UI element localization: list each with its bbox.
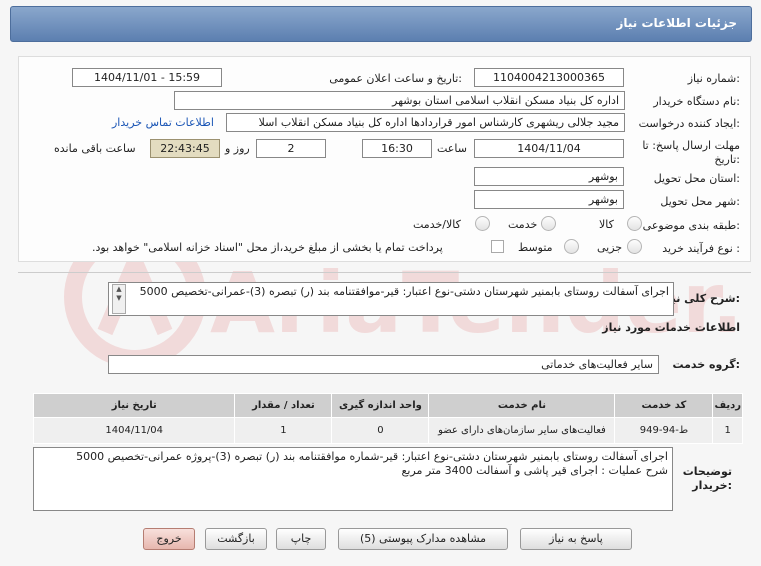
service-group-label: گروه خدمت:	[672, 358, 740, 371]
need-number-label: شماره نیاز:	[687, 72, 740, 85]
process-minor-radio[interactable]	[627, 239, 642, 254]
summary-text: اجرای آسفالت روستای بابمنیر شهرستان دشتی…	[139, 285, 669, 298]
column-header-unit: واحد اندازه گیری	[331, 393, 430, 418]
cell-need-date: 1404/11/04	[32, 417, 236, 444]
days-remaining-field: 2	[256, 139, 326, 158]
cell-service-code: ط-94-949	[614, 417, 714, 444]
summary-scroll-arrows[interactable]: ▲ ▼	[112, 284, 126, 314]
buyer-org-field: اداره کل بنیاد مسکن انقلاب اسلامی استان …	[174, 91, 625, 110]
cell-quantity: 1	[234, 417, 333, 444]
column-header-quantity: تعداد / مقدار	[234, 393, 333, 418]
delivery-city-field: بوشهر	[474, 190, 624, 209]
process-medium-radio[interactable]	[564, 239, 579, 254]
requester-label: ایجاد کننده درخواست:	[638, 117, 740, 130]
category-goods-service-radio[interactable]	[475, 216, 490, 231]
buyer-notes-line-2: شرح عملیات : اجرای قیر پاشی و آسفالت 340…	[401, 464, 668, 477]
cell-service-name: فعالیت‌های سایر سازمان‌های دارای عضو	[428, 417, 616, 444]
deadline-label: مهلت ارسال پاسخ: تا	[642, 139, 740, 152]
delivery-province-field: بوشهر	[474, 167, 624, 186]
table-row: 1 ط-94-949 فعالیت‌های سایر سازمان‌های دا…	[32, 417, 743, 444]
page-header: جزئیات اطلاعات نیاز	[10, 6, 752, 42]
category-goods-label: کالا	[599, 218, 614, 231]
deadline-date-field: 1404/11/04	[474, 139, 624, 158]
page-title: جزئیات اطلاعات نیاز	[616, 16, 737, 30]
buyer-notes-line-1: اجرای آسفالت روستای بابمنیر شهرستان دشتی…	[76, 450, 668, 463]
reply-button[interactable]: پاسخ به نیاز	[520, 528, 632, 550]
category-goods-radio[interactable]	[627, 216, 642, 231]
category-service-label: خدمت	[508, 218, 538, 231]
announce-date-field: 1404/11/01 - 15:59	[72, 68, 222, 87]
buyer-notes-label: توضیحات	[682, 465, 732, 478]
remaining-time-label: ساعت باقی مانده	[54, 142, 136, 155]
column-header-service-code: کد خدمت	[614, 393, 714, 418]
buyer-notes-label-2: خریدار:	[692, 479, 732, 492]
category-label: طبقه بندی موضوعی:	[642, 219, 740, 232]
category-service-radio[interactable]	[541, 216, 556, 231]
remaining-time-field: 22:43:45	[150, 139, 220, 158]
delivery-city-label: شهر محل تحویل:	[660, 195, 740, 208]
process-minor-label: جزیی	[597, 241, 623, 254]
need-number-field: 1104004213000365	[474, 68, 624, 87]
attachments-button[interactable]: مشاهده مدارک پیوستی (5)	[338, 528, 508, 550]
service-group-field: سایر فعالیت‌های خدماتی	[108, 355, 659, 374]
process-medium-label: متوسط	[518, 241, 553, 254]
exit-button[interactable]: خروج	[143, 528, 195, 550]
process-type-label: نوع فرآیند خرید :	[662, 242, 740, 255]
column-header-row-number: ردیف	[712, 393, 743, 418]
cell-row-number: 1	[712, 417, 743, 444]
category-goods-service-label: کالا/خدمت	[413, 218, 461, 231]
deadline-time-label: ساعت	[437, 142, 467, 155]
print-button[interactable]: چاپ	[276, 528, 326, 550]
divider	[18, 272, 751, 273]
summary-textarea[interactable]: اجرای آسفالت روستای بابمنیر شهرستان دشتی…	[108, 282, 674, 316]
deadline-date-label: تاریخ:	[714, 153, 740, 166]
column-header-service-name: نام خدمت	[428, 393, 616, 418]
services-section-title: اطلاعات خدمات مورد نیاز	[602, 321, 740, 334]
buyer-org-label: نام دستگاه خریدار:	[653, 95, 740, 108]
table-header-row: ردیف کد خدمت نام خدمت واحد اندازه گیری ت…	[32, 393, 743, 418]
delivery-province-label: استان محل تحویل:	[653, 172, 740, 185]
buyer-contact-link[interactable]: اطلاعات تماس خریدار	[112, 116, 214, 129]
back-button[interactable]: بازگشت	[205, 528, 267, 550]
deadline-time-field: 16:30	[362, 139, 432, 158]
buyer-notes-textarea[interactable]: اجرای آسفالت روستای بابمنیر شهرستان دشتی…	[33, 447, 673, 511]
days-label: روز و	[225, 142, 250, 155]
requester-field: مجید جلالی ریشهری کارشناس امور قراردادها…	[226, 113, 625, 132]
treasury-payment-checkbox[interactable]	[491, 240, 504, 253]
cell-unit: 0	[331, 417, 430, 444]
column-header-need-date: تاریخ نیاز	[32, 393, 236, 418]
announce-date-label: تاریخ و ساعت اعلان عمومی:	[329, 72, 462, 85]
services-table: ردیف کد خدمت نام خدمت واحد اندازه گیری ت…	[32, 393, 743, 444]
treasury-payment-note: پرداخت تمام یا بخشی از مبلغ خرید،از محل …	[92, 241, 443, 254]
